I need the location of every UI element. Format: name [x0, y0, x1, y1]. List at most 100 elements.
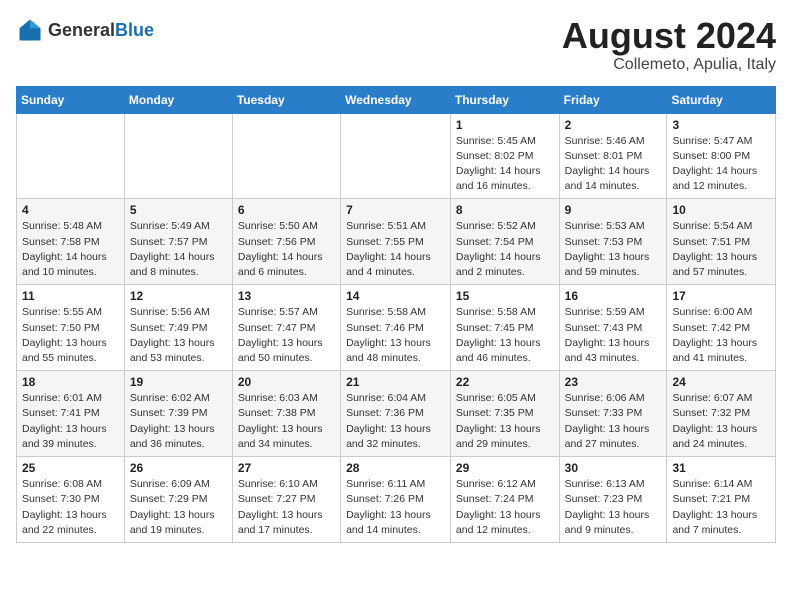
day-info: Sunrise: 6:09 AM Sunset: 7:29 PM Dayligh…: [130, 477, 227, 538]
calendar-cell: 28 Sunrise: 6:11 AM Sunset: 7:26 PM Dayli…: [341, 457, 451, 543]
day-number: 1: [456, 118, 554, 132]
calendar-cell: 19 Sunrise: 6:02 AM Sunset: 7:39 PM Dayli…: [124, 371, 232, 457]
calendar-cell: 11 Sunrise: 5:55 AM Sunset: 7:50 PM Dayli…: [17, 285, 125, 371]
column-header-sunday: Sunday: [17, 86, 125, 113]
day-number: 2: [565, 118, 662, 132]
day-info: Sunrise: 6:02 AM Sunset: 7:39 PM Dayligh…: [130, 391, 227, 452]
day-number: 22: [456, 375, 554, 389]
calendar-week-row: 18 Sunrise: 6:01 AM Sunset: 7:41 PM Dayli…: [17, 371, 776, 457]
day-number: 26: [130, 461, 227, 475]
column-header-tuesday: Tuesday: [232, 86, 340, 113]
calendar-cell: 5Sunrise: 5:49 AM Sunset: 7:57 PM Daylig…: [124, 199, 232, 285]
calendar-cell: 27 Sunrise: 6:10 AM Sunset: 7:27 PM Dayli…: [232, 457, 340, 543]
calendar-cell: 26 Sunrise: 6:09 AM Sunset: 7:29 PM Dayli…: [124, 457, 232, 543]
day-info: Sunrise: 6:12 AM Sunset: 7:24 PM Dayligh…: [456, 477, 554, 538]
calendar-week-row: 4Sunrise: 5:48 AM Sunset: 7:58 PM Daylig…: [17, 199, 776, 285]
day-info: Sunrise: 5:46 AM Sunset: 8:01 PM Dayligh…: [565, 134, 662, 195]
day-info: Sunrise: 6:06 AM Sunset: 7:33 PM Dayligh…: [565, 391, 662, 452]
calendar-cell: 2 Sunrise: 5:46 AM Sunset: 8:01 PM Daylig…: [559, 113, 667, 199]
day-number: 12: [130, 289, 227, 303]
calendar-cell: [17, 113, 125, 199]
calendar-week-row: 25Sunrise: 6:08 AM Sunset: 7:30 PM Dayli…: [17, 457, 776, 543]
day-info: Sunrise: 5:58 AM Sunset: 7:45 PM Dayligh…: [456, 305, 554, 366]
calendar-cell: [341, 113, 451, 199]
day-number: 9: [565, 203, 662, 217]
calendar-header-row: SundayMondayTuesdayWednesdayThursdayFrid…: [17, 86, 776, 113]
day-number: 6: [238, 203, 335, 217]
day-info: Sunrise: 6:07 AM Sunset: 7:32 PM Dayligh…: [672, 391, 770, 452]
column-header-wednesday: Wednesday: [341, 86, 451, 113]
day-number: 11: [22, 289, 119, 303]
day-number: 10: [672, 203, 770, 217]
day-info: Sunrise: 6:10 AM Sunset: 7:27 PM Dayligh…: [238, 477, 335, 538]
calendar-cell: 20 Sunrise: 6:03 AM Sunset: 7:38 PM Dayli…: [232, 371, 340, 457]
day-number: 17: [672, 289, 770, 303]
column-header-friday: Friday: [559, 86, 667, 113]
day-number: 27: [238, 461, 335, 475]
logo: GeneralBlue: [16, 16, 154, 44]
day-info: Sunrise: 5:57 AM Sunset: 7:47 PM Dayligh…: [238, 305, 335, 366]
day-info: Sunrise: 5:48 AM Sunset: 7:58 PM Dayligh…: [22, 219, 119, 280]
calendar-cell: 18 Sunrise: 6:01 AM Sunset: 7:41 PM Dayli…: [17, 371, 125, 457]
column-header-monday: Monday: [124, 86, 232, 113]
calendar-cell: 10 Sunrise: 5:54 AM Sunset: 7:51 PM Dayli…: [667, 199, 776, 285]
day-info: Sunrise: 6:11 AM Sunset: 7:26 PM Dayligh…: [346, 477, 445, 538]
logo-text-blue: Blue: [115, 20, 154, 40]
title-block: August 2024 Collemeto, Apulia, Italy: [562, 16, 776, 74]
day-number: 24: [672, 375, 770, 389]
calendar-cell: 24 Sunrise: 6:07 AM Sunset: 7:32 PM Dayli…: [667, 371, 776, 457]
calendar-cell: 14 Sunrise: 5:58 AM Sunset: 7:46 PM Dayli…: [341, 285, 451, 371]
day-number: 21: [346, 375, 445, 389]
calendar-cell: 16 Sunrise: 5:59 AM Sunset: 7:43 PM Dayli…: [559, 285, 667, 371]
day-number: 13: [238, 289, 335, 303]
day-number: 28: [346, 461, 445, 475]
day-info: Sunrise: 6:05 AM Sunset: 7:35 PM Dayligh…: [456, 391, 554, 452]
day-number: 19: [130, 375, 227, 389]
day-info: Sunrise: 5:45 AM Sunset: 8:02 PM Dayligh…: [456, 134, 554, 195]
day-info: Sunrise: 5:47 AM Sunset: 8:00 PM Dayligh…: [672, 134, 770, 195]
calendar-title: August 2024: [562, 16, 776, 56]
calendar-cell: 31Sunrise: 6:14 AM Sunset: 7:21 PM Dayli…: [667, 457, 776, 543]
day-number: 20: [238, 375, 335, 389]
logo-icon: [16, 16, 44, 44]
day-number: 8: [456, 203, 554, 217]
calendar-cell: 9Sunrise: 5:53 AM Sunset: 7:53 PM Daylig…: [559, 199, 667, 285]
day-number: 16: [565, 289, 662, 303]
calendar-cell: 21Sunrise: 6:04 AM Sunset: 7:36 PM Dayli…: [341, 371, 451, 457]
day-info: Sunrise: 5:51 AM Sunset: 7:55 PM Dayligh…: [346, 219, 445, 280]
calendar-cell: [232, 113, 340, 199]
day-info: Sunrise: 6:03 AM Sunset: 7:38 PM Dayligh…: [238, 391, 335, 452]
calendar-cell: [124, 113, 232, 199]
day-info: Sunrise: 6:08 AM Sunset: 7:30 PM Dayligh…: [22, 477, 119, 538]
calendar-week-row: 1 Sunrise: 5:45 AM Sunset: 8:02 PM Daylig…: [17, 113, 776, 199]
calendar-cell: 15Sunrise: 5:58 AM Sunset: 7:45 PM Dayli…: [450, 285, 559, 371]
day-info: Sunrise: 5:49 AM Sunset: 7:57 PM Dayligh…: [130, 219, 227, 280]
day-info: Sunrise: 5:55 AM Sunset: 7:50 PM Dayligh…: [22, 305, 119, 366]
column-header-saturday: Saturday: [667, 86, 776, 113]
calendar-cell: 8Sunrise: 5:52 AM Sunset: 7:54 PM Daylig…: [450, 199, 559, 285]
day-number: 30: [565, 461, 662, 475]
column-header-thursday: Thursday: [450, 86, 559, 113]
day-number: 14: [346, 289, 445, 303]
calendar-cell: 13 Sunrise: 5:57 AM Sunset: 7:47 PM Dayli…: [232, 285, 340, 371]
logo-text-general: General: [48, 20, 115, 40]
calendar-cell: 1 Sunrise: 5:45 AM Sunset: 8:02 PM Daylig…: [450, 113, 559, 199]
day-number: 7: [346, 203, 445, 217]
calendar-cell: 23Sunrise: 6:06 AM Sunset: 7:33 PM Dayli…: [559, 371, 667, 457]
day-number: 31: [672, 461, 770, 475]
day-info: Sunrise: 5:58 AM Sunset: 7:46 PM Dayligh…: [346, 305, 445, 366]
calendar-cell: 29 Sunrise: 6:12 AM Sunset: 7:24 PM Dayli…: [450, 457, 559, 543]
day-number: 3: [672, 118, 770, 132]
calendar-cell: 12Sunrise: 5:56 AM Sunset: 7:49 PM Dayli…: [124, 285, 232, 371]
day-info: Sunrise: 5:59 AM Sunset: 7:43 PM Dayligh…: [565, 305, 662, 366]
day-info: Sunrise: 6:01 AM Sunset: 7:41 PM Dayligh…: [22, 391, 119, 452]
calendar-cell: 22 Sunrise: 6:05 AM Sunset: 7:35 PM Dayli…: [450, 371, 559, 457]
calendar-subtitle: Collemeto, Apulia, Italy: [562, 56, 776, 74]
calendar-cell: 6 Sunrise: 5:50 AM Sunset: 7:56 PM Daylig…: [232, 199, 340, 285]
calendar-cell: 30Sunrise: 6:13 AM Sunset: 7:23 PM Dayli…: [559, 457, 667, 543]
day-number: 29: [456, 461, 554, 475]
day-info: Sunrise: 5:50 AM Sunset: 7:56 PM Dayligh…: [238, 219, 335, 280]
day-number: 18: [22, 375, 119, 389]
calendar-cell: 25Sunrise: 6:08 AM Sunset: 7:30 PM Dayli…: [17, 457, 125, 543]
day-info: Sunrise: 5:54 AM Sunset: 7:51 PM Dayligh…: [672, 219, 770, 280]
